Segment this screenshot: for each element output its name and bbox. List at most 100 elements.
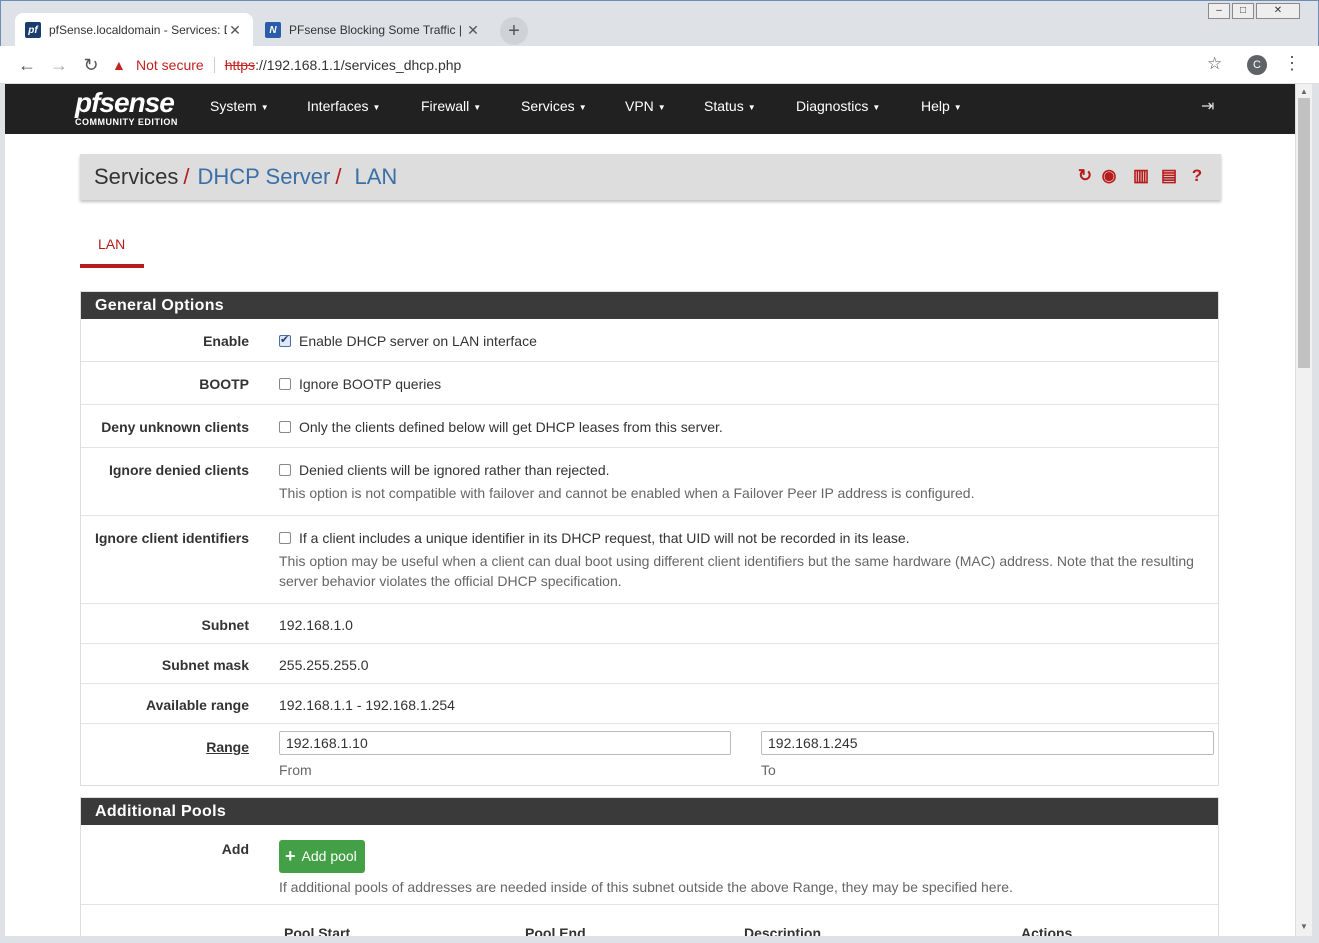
panel-heading: General Options [81,292,1218,319]
ignore-uid-help: This option may be useful when a client … [279,553,1194,589]
col-actions: Actions [1021,925,1073,936]
subnet-value: 192.168.1.0 [279,617,353,633]
subnet-mask-label: Subnet mask [161,657,249,673]
breadcrumb-separator: / [183,164,190,189]
stop-service-icon[interactable]: ◉ [1101,166,1117,186]
caret-down-icon: ▼ [872,102,881,112]
forward-arrow-icon[interactable]: → [48,54,70,76]
nav-services[interactable]: Services ▼ [521,98,587,114]
nav-status[interactable]: Status ▼ [704,98,756,114]
subnet-label: Subnet [201,617,249,633]
ignore-uid-checkbox[interactable] [279,532,291,544]
ignore-denied-label: Ignore denied clients [108,462,249,478]
bootp-checkbox[interactable] [279,378,291,390]
col-pool-start: Pool Start [284,925,351,936]
logout-icon[interactable]: ⇥ [1201,96,1214,116]
caret-down-icon: ▼ [578,102,587,112]
nav-system[interactable]: System ▼ [210,98,269,114]
tab-label: LAN [98,236,126,252]
breadcrumb-dhcp-server[interactable]: DHCP Server [197,164,330,189]
browser-tab-active[interactable]: pf pfSense.localdomain - Services: D ✕ [15,13,253,47]
back-arrow-icon[interactable]: ← [16,54,38,76]
deny-unknown-text: Only the clients defined below will get … [299,419,723,435]
breadcrumb-lan[interactable]: LAN [354,164,397,189]
nav-interfaces[interactable]: Interfaces ▼ [307,98,380,114]
profile-avatar[interactable]: C [1247,55,1267,75]
range-label[interactable]: Range [81,739,249,755]
breadcrumb: Services / DHCP Server / LAN ↻ ◉ ▥ ▤ ? [80,154,1221,200]
restart-service-icon[interactable]: ↻ [1077,166,1093,186]
ignore-uid-text: If a client includes a unique identifier… [299,530,910,546]
range-to-label: To [761,762,776,778]
range-from-input[interactable] [279,731,731,755]
panel-heading: Additional Pools [81,798,1218,825]
nav-vpn[interactable]: VPN ▼ [625,98,666,114]
nav-label: Diagnostics [796,98,869,114]
browser-tab-inactive[interactable]: N PFsense Blocking Some Traffic | N ✕ [255,13,491,47]
nav-label: VPN [625,98,654,114]
logo-text: pfsense [75,87,175,118]
nav-label: Help [921,98,950,114]
ignore-denied-row: Ignore denied clients Denied clients wil… [81,448,1218,516]
bottom-frame [0,936,1319,943]
deny-unknown-row: Deny unknown clients Only the clients de… [81,405,1218,448]
help-icon[interactable]: ? [1187,166,1207,186]
subnet-mask-value: 255.255.255.0 [279,657,369,673]
add-pool-button-label: Add pool [301,848,357,864]
maximize-icon[interactable]: □ [1232,3,1254,19]
bootp-label: BOOTP [199,376,249,392]
ignore-uid-label: Ignore client identifiers [94,530,249,546]
scroll-thumb[interactable] [1298,98,1310,368]
col-pool-end: Pool End [525,925,586,936]
enable-label: Enable [203,333,249,349]
security-label[interactable]: Not secure [136,57,204,73]
scroll-up-icon[interactable]: ▲ [1300,87,1308,96]
ignore-denied-checkbox[interactable] [279,464,291,476]
nav-label: Status [704,98,744,114]
enable-checkbox[interactable] [279,333,291,347]
close-tab-icon[interactable]: ✕ [465,22,481,39]
right-frame [1312,84,1319,943]
tab-title: PFsense Blocking Some Traffic | N [289,23,465,37]
caret-down-icon: ▼ [657,102,666,112]
range-to-input[interactable] [761,731,1214,755]
minimize-icon[interactable]: – [1208,3,1230,19]
close-tab-icon[interactable]: ✕ [227,22,243,39]
bookmark-star-icon[interactable]: ☆ [1207,54,1222,74]
breadcrumb-services: Services [94,164,179,189]
nav-diagnostics[interactable]: Diagnostics ▼ [796,98,880,114]
nav-help[interactable]: Help ▼ [921,98,962,114]
page-scrollbar[interactable]: ▲ ▼ [1295,84,1312,936]
add-pool-button[interactable]: + Add pool [279,840,365,873]
interface-tabs: LAN [80,234,144,268]
window-close-icon[interactable]: ✕ [1256,3,1300,19]
pfsense-navbar: pfsense COMMUNITY EDITION System ▼ Interf… [5,84,1295,134]
enable-text: Enable DHCP server on LAN interface [299,333,537,349]
reload-icon[interactable]: ↻ [80,54,102,76]
breadcrumb-actions: ↻ ◉ ▥ ▤ ? [1077,166,1207,186]
deny-unknown-checkbox[interactable] [279,421,291,433]
pfsense-logo[interactable]: pfsense COMMUNITY EDITION [75,87,178,128]
nav-firewall[interactable]: Firewall ▼ [421,98,481,114]
scroll-down-icon[interactable]: ▼ [1300,922,1308,931]
graph-icon[interactable]: ▥ [1131,166,1151,186]
tab-lan[interactable]: LAN [80,234,144,268]
pools-table-header: Pool Start Pool End Description Actions [81,905,1218,936]
warning-triangle-icon: ▲ [112,57,126,73]
new-tab-button[interactable]: + [500,17,528,45]
page-content: Services / DHCP Server / LAN ↻ ◉ ▥ ▤ ? LAN G… [5,134,1295,936]
additional-pools-panel: Additional Pools Add + Add pool If additi… [80,797,1219,936]
log-icon[interactable]: ▤ [1159,166,1179,186]
browser-menu-icon[interactable]: ⋮ [1283,53,1301,74]
pools-help: If additional pools of addresses are nee… [279,879,1013,895]
available-range-value: 192.168.1.1 - 192.168.1.254 [279,697,455,713]
address-bar[interactable]: ▲ Not secure https ://192.168.1.1/servic… [112,52,1242,78]
ignore-denied-help: This option is not compatible with failo… [279,485,975,501]
deny-unknown-label: Deny unknown clients [101,419,249,435]
browser-chrome: pf pfSense.localdomain - Services: D ✕ N… [0,0,1319,84]
nav-label: System [210,98,257,114]
add-pool-label: Add [221,841,249,857]
tab-strip: pf pfSense.localdomain - Services: D ✕ N… [0,0,1319,47]
logo-subtitle: COMMUNITY EDITION [75,117,178,127]
enable-row: Enable Enable DHCP server on LAN interfa… [81,319,1218,362]
